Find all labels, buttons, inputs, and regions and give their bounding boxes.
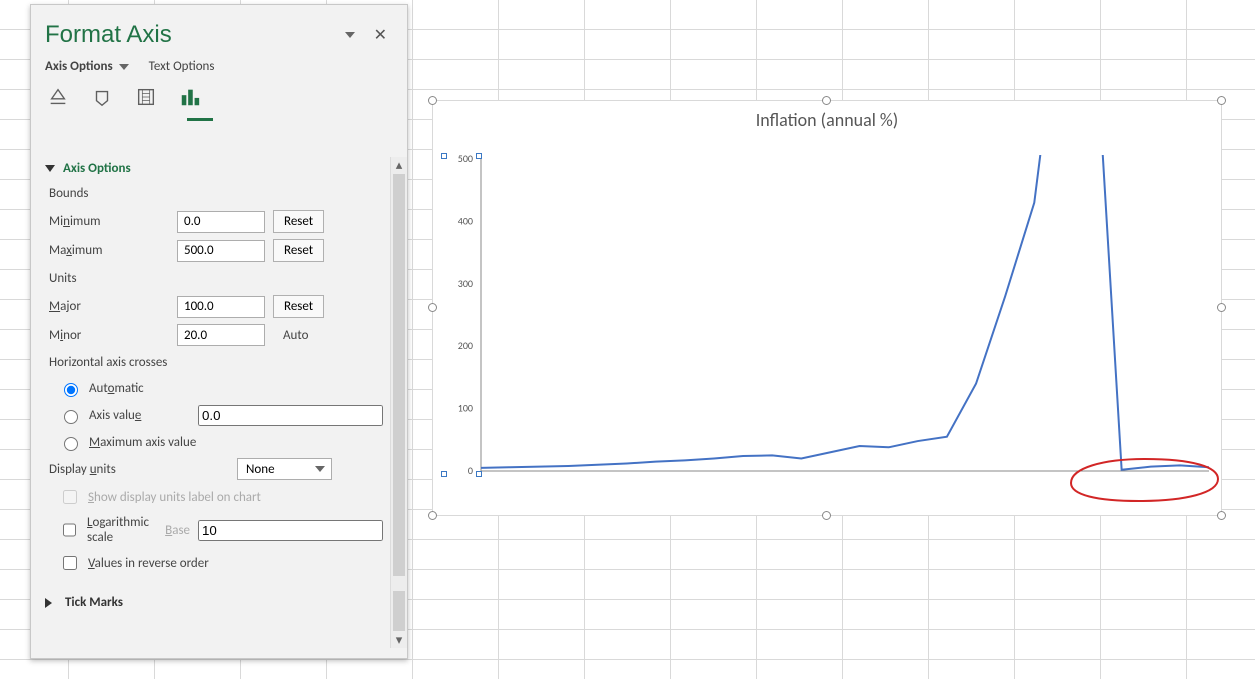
section-title: Axis Options — [63, 161, 131, 176]
log-base-input — [198, 520, 383, 541]
crosses-automatic-label: Automatic — [89, 381, 144, 396]
crosses-automatic-radio[interactable] — [64, 383, 78, 397]
minimum-input[interactable] — [177, 211, 265, 233]
crosses-max-label: Maximum axis value — [89, 435, 196, 450]
crosses-axis-value-radio[interactable] — [64, 410, 78, 424]
chart-svg: 0100200300400500196819721974197619781980… — [443, 155, 1215, 475]
chart-resize-handle[interactable] — [1217, 511, 1226, 520]
chart-resize-handle[interactable] — [822, 511, 831, 520]
major-unit-input[interactable] — [177, 296, 265, 318]
chart-resize-handle[interactable] — [822, 96, 831, 105]
crosses-axis-value-label: Axis value — [89, 408, 141, 423]
section-tick-marks[interactable]: Tick Marks — [45, 591, 387, 614]
maximum-reset-button[interactable]: Reset — [273, 239, 324, 262]
logarithmic-scale-checkbox[interactable] — [63, 523, 76, 537]
annotation-red-oval — [1063, 453, 1223, 507]
values-reverse-label: Values in reverse order — [88, 556, 209, 571]
svg-text:300: 300 — [458, 277, 473, 290]
pane-header: Format Axis ✕ — [31, 5, 407, 59]
minimum-reset-button[interactable]: Reset — [273, 210, 324, 233]
axis-selection-handle[interactable] — [476, 153, 482, 159]
tab-label: Axis Options — [45, 59, 113, 74]
chart-resize-handle[interactable] — [1217, 303, 1226, 312]
crosses-max-radio[interactable] — [64, 437, 78, 451]
logarithmic-scale-label: Logarithmic scale — [87, 515, 157, 545]
chart-object[interactable]: Inflation (annual %) 0100200300400500196… — [432, 100, 1222, 516]
chart-resize-handle[interactable] — [1217, 96, 1226, 105]
minor-unit-input[interactable] — [177, 324, 265, 346]
show-display-units-label-checkbox — [63, 490, 77, 504]
scroll-thumb[interactable] — [393, 591, 405, 631]
chevron-down-icon — [119, 64, 129, 70]
axis-selection-handle[interactable] — [441, 153, 447, 159]
tab-text-options[interactable]: Text Options — [149, 59, 215, 74]
show-display-units-label: Show display units label on chart — [88, 490, 261, 505]
maximum-input[interactable] — [177, 240, 265, 262]
section-axis-options[interactable]: Axis Options — [45, 157, 387, 180]
units-label: Units — [45, 265, 387, 292]
chart-plot-area[interactable]: 0100200300400500196819721974197619781980… — [443, 155, 1215, 475]
chart-title[interactable]: Inflation (annual %) — [433, 101, 1221, 135]
pane-title: Format Axis — [45, 21, 172, 48]
pane-options-dropdown[interactable] — [345, 27, 355, 42]
chart-resize-handle[interactable] — [428, 511, 437, 520]
chart-resize-handle[interactable] — [428, 96, 437, 105]
svg-text:200: 200 — [458, 339, 473, 352]
scroll-down-button[interactable]: ▾ — [391, 632, 407, 648]
fill-line-icon[interactable] — [45, 84, 71, 110]
axis-crosses-label: Horizontal axis crosses — [45, 349, 387, 376]
display-units-label: Display units — [49, 462, 229, 477]
svg-text:0: 0 — [468, 464, 473, 475]
scroll-up-button[interactable]: ▴ — [391, 157, 407, 173]
display-units-value: None — [246, 462, 275, 477]
crosses-axis-value-input — [198, 405, 383, 426]
chart-resize-handle[interactable] — [428, 303, 437, 312]
values-reverse-checkbox[interactable] — [63, 556, 77, 570]
display-units-select[interactable]: None — [237, 458, 332, 480]
minimum-label: Minimum — [49, 214, 169, 229]
axis-options-icon[interactable] — [177, 84, 203, 110]
major-unit-reset-button[interactable]: Reset — [273, 295, 324, 318]
chevron-right-icon — [45, 598, 57, 608]
log-base-label: Base — [165, 523, 190, 538]
size-properties-icon[interactable] — [133, 84, 159, 110]
active-tab-underline — [187, 118, 213, 121]
format-axis-pane: Format Axis ✕ Axis Options Text Options — [30, 4, 408, 659]
axis-selection-handle[interactable] — [441, 471, 447, 477]
svg-text:400: 400 — [458, 214, 473, 227]
major-unit-label: Major — [49, 299, 169, 314]
tab-axis-options[interactable]: Axis Options — [45, 59, 129, 74]
axis-selection-handle[interactable] — [476, 471, 482, 477]
minor-unit-label: Minor — [49, 328, 169, 343]
section-title: Tick Marks — [65, 595, 123, 610]
maximum-label: Maximum — [49, 243, 169, 258]
minor-unit-auto-label: Auto — [273, 325, 318, 346]
scroll-thumb[interactable] — [393, 174, 405, 576]
svg-text:100: 100 — [458, 402, 473, 415]
pane-scrollbar[interactable]: ▴ ▾ — [390, 157, 407, 648]
bounds-label: Bounds — [45, 180, 387, 207]
close-icon[interactable]: ✕ — [368, 23, 393, 47]
chevron-down-icon — [315, 466, 325, 472]
chevron-down-icon — [45, 165, 55, 172]
effects-icon[interactable] — [89, 84, 115, 110]
svg-text:500: 500 — [458, 155, 473, 165]
